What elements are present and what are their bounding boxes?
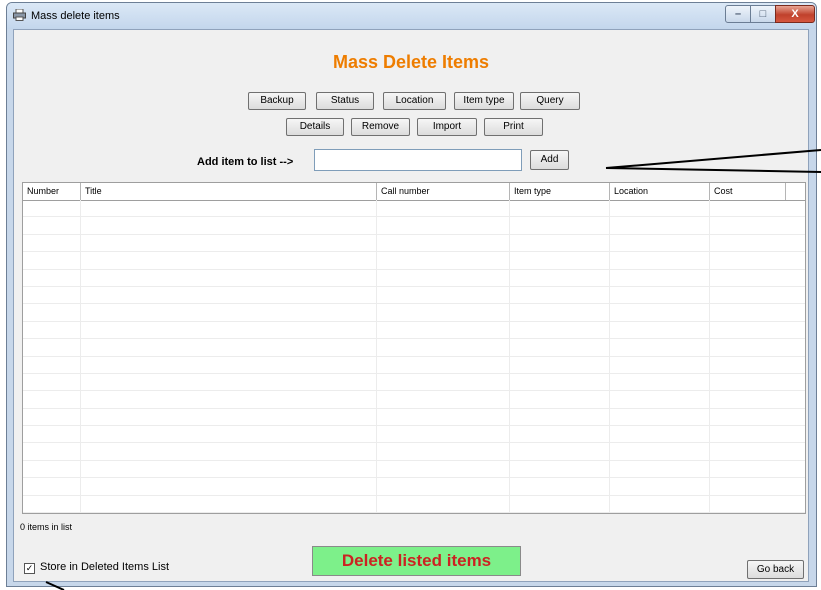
minimize-icon: – — [734, 8, 742, 20]
app-window: Mass delete items – □ X Mass Delete Item… — [6, 2, 817, 587]
table-row — [23, 287, 805, 305]
page-title: Mass Delete Items — [332, 52, 490, 72]
main-panel: Mass Delete Items Backup Status Location… — [13, 29, 809, 582]
column-header-cost[interactable]: Cost — [710, 183, 786, 200]
table-row — [23, 322, 805, 340]
minimize-button[interactable]: – — [725, 5, 751, 23]
store-deleted-label[interactable]: Store in Deleted Items List — [40, 561, 169, 573]
table-row — [23, 478, 805, 496]
item-type-button[interactable]: Item type — [454, 92, 514, 110]
column-divider — [609, 200, 610, 513]
column-divider — [80, 200, 81, 513]
add-button[interactable]: Add — [530, 150, 569, 170]
delete-listed-items-button[interactable]: Delete listed items — [312, 546, 521, 576]
table-row — [23, 217, 805, 235]
table-row — [23, 461, 805, 479]
maximize-button[interactable]: □ — [750, 5, 776, 23]
table-row — [23, 235, 805, 253]
close-icon: X — [791, 8, 799, 20]
column-divider — [509, 200, 510, 513]
table-row — [23, 200, 805, 218]
table-row — [23, 374, 805, 392]
store-deleted-checkbox[interactable]: ✓ — [24, 563, 35, 574]
column-header-number[interactable]: Number — [23, 183, 81, 200]
backup-button[interactable]: Backup — [248, 92, 306, 110]
add-item-input[interactable] — [314, 149, 522, 171]
printer-icon — [13, 9, 26, 21]
table-row — [23, 443, 805, 461]
table-header: Number Title Call number Item type Locat… — [23, 183, 805, 201]
table-row — [23, 409, 805, 427]
print-button[interactable]: Print — [484, 118, 543, 136]
column-header-title[interactable]: Title — [81, 183, 377, 200]
window-title: Mass delete items — [31, 10, 120, 22]
table-row — [23, 357, 805, 374]
status-button[interactable]: Status — [316, 92, 374, 110]
column-header-call-number[interactable]: Call number — [377, 183, 510, 200]
table-row — [23, 304, 805, 322]
column-divider — [709, 200, 710, 513]
column-divider — [376, 200, 377, 513]
import-button[interactable]: Import — [417, 118, 477, 136]
table-row — [23, 391, 805, 409]
maximize-icon: □ — [759, 8, 767, 20]
add-item-label: Add item to list --> — [197, 156, 294, 168]
table-row — [23, 339, 805, 357]
table-body — [23, 200, 805, 513]
details-button[interactable]: Details — [286, 118, 344, 136]
title-bar[interactable]: Mass delete items – □ X — [7, 3, 816, 29]
query-button[interactable]: Query — [520, 92, 580, 110]
table-row — [23, 426, 805, 444]
table-row — [23, 270, 805, 287]
location-button[interactable]: Location — [383, 92, 446, 110]
column-header-location[interactable]: Location — [610, 183, 710, 200]
items-count: 0 items in list — [20, 522, 73, 532]
go-back-button[interactable]: Go back — [747, 560, 804, 579]
table-row — [23, 496, 805, 513]
remove-button[interactable]: Remove — [351, 118, 410, 136]
table-row — [23, 252, 805, 270]
column-header-item-type[interactable]: Item type — [510, 183, 610, 200]
items-table[interactable]: Number Title Call number Item type Locat… — [22, 182, 806, 514]
close-button[interactable]: X — [775, 5, 815, 23]
